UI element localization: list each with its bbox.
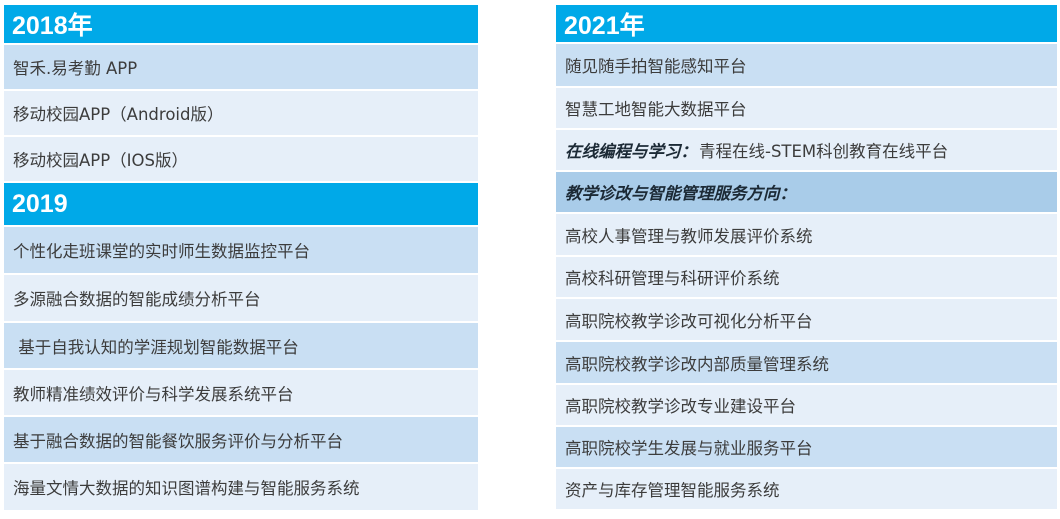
list-item: 高职院校教学诊改内部质量管理系统: [556, 340, 1057, 383]
year-header-2018: 2018年: [4, 5, 478, 43]
list-item: 海量文情大数据的知识图谱构建与智能服务系统: [4, 462, 478, 510]
year-header-2019: 2019: [4, 181, 478, 225]
list-item: 个性化走班课堂的实时师生数据监控平台: [4, 225, 478, 273]
list-item: 资产与库存管理智能服务系统: [556, 467, 1057, 509]
list-item: 高职院校学生发展与就业服务平台: [556, 425, 1057, 467]
online-learning-heading: 在线编程与学习：: [565, 142, 697, 161]
list-item: 移动校园APP（Android版）: [4, 89, 478, 135]
list-item: 多源融合数据的智能成绩分析平台: [4, 273, 478, 321]
list-item: 移动校园APP（IOS版）: [4, 135, 478, 181]
list-item: 基于融合数据的智能餐饮服务评价与分析平台: [4, 415, 478, 462]
online-learning-text: 青程在线-STEM科创教育在线平台: [699, 142, 949, 161]
left-column: 2018年 智禾.易考勤 APP 移动校园APP（Android版） 移动校园A…: [4, 5, 478, 510]
list-item: 智禾.易考勤 APP: [4, 43, 478, 89]
list-item: 高职院校教学诊改专业建设平台: [556, 383, 1057, 425]
list-item: 随见随手拍智能感知平台: [556, 42, 1057, 86]
list-item: 高职院校教学诊改可视化分析平台: [556, 297, 1057, 340]
list-item: 教师精准绩效评价与科学发展系统平台: [4, 368, 478, 415]
diagnosis-heading-row: 教学诊改与智能管理服务方向：: [556, 170, 1057, 212]
online-learning-row: 在线编程与学习： 青程在线-STEM科创教育在线平台: [556, 128, 1057, 170]
list-item: 基于自我认知的学涯规划智能数据平台: [4, 321, 478, 368]
list-item: 高校人事管理与教师发展评价系统: [556, 212, 1057, 255]
list-item: 高校科研管理与科研评价系统: [556, 255, 1057, 297]
list-item: 智慧工地智能大数据平台: [556, 86, 1057, 128]
diagnosis-heading: 教学诊改与智能管理服务方向：: [565, 184, 796, 203]
right-column: 2021年 随见随手拍智能感知平台 智慧工地智能大数据平台 在线编程与学习： 青…: [556, 5, 1057, 509]
year-header-2021: 2021年: [556, 5, 1057, 42]
